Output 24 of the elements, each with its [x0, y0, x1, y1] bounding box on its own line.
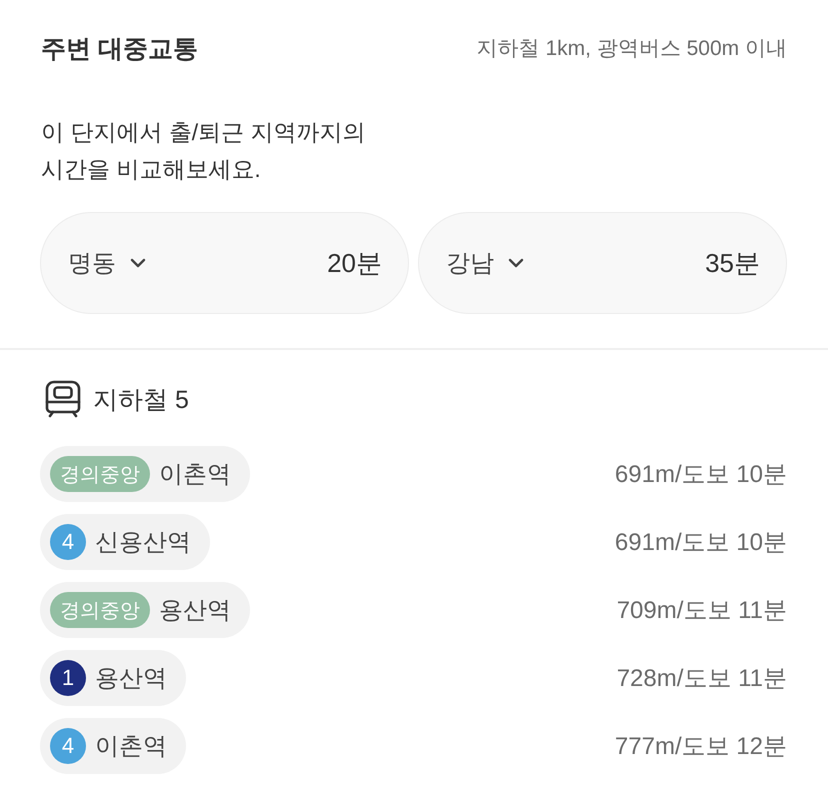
criteria-text: 지하철 1km, 광역버스 500m 이내: [476, 36, 787, 62]
destination-dropdown[interactable]: 강남: [446, 247, 528, 279]
line-badge: 경의중앙: [50, 592, 150, 628]
distance-text: 777m/도보 12분: [614, 732, 787, 762]
line-number-badge: 4: [50, 728, 86, 764]
line-badge: 경의중앙: [50, 456, 150, 492]
station-name: 용산역: [95, 664, 167, 694]
line-number-badge: 4: [50, 524, 86, 560]
line-number-badge: 1: [50, 660, 86, 696]
subway-label: 지하철 5: [93, 384, 189, 416]
distance-text: 709m/도보 11분: [616, 596, 787, 626]
distance-text: 728m/도보 11분: [616, 664, 787, 694]
station-name: 이촌역: [159, 460, 231, 490]
travel-time: 20분: [327, 246, 382, 280]
station-name: 이촌역: [95, 732, 167, 762]
section-title: 주변 대중교통: [41, 34, 198, 64]
station-name: 신용산역: [95, 528, 191, 558]
description-text: 이 단지에서 출/퇴근 지역까지의 시간을 비교해보세요.: [41, 118, 367, 184]
station-name: 용산역: [159, 596, 231, 626]
travel-time: 35분: [705, 246, 760, 280]
destination-dropdown[interactable]: 명동: [68, 247, 150, 279]
distance-text: 691m/도보 10분: [614, 528, 787, 558]
distance-text: 691m/도보 10분: [614, 460, 787, 490]
train-icon: [45, 380, 81, 418]
